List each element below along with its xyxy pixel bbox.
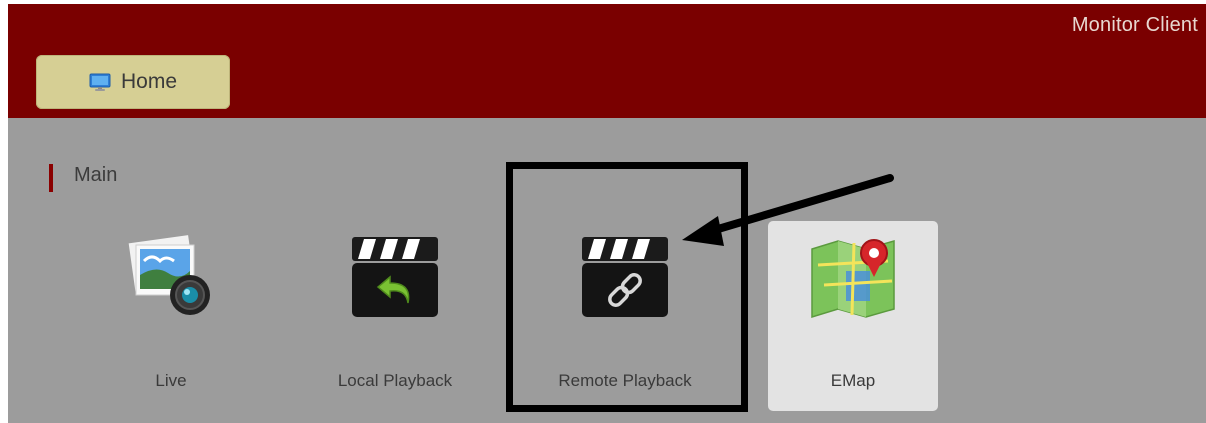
monitor-client-window: Monitor Client Home Main Live Local Play… bbox=[8, 4, 1206, 423]
tab-home-label: Home bbox=[120, 70, 178, 93]
tile-emap-label: EMap bbox=[830, 371, 876, 390]
app-title: Monitor Client bbox=[1071, 14, 1198, 36]
tile-live[interactable]: Live bbox=[86, 221, 256, 411]
tile-local-playback-label: Local Playback bbox=[337, 371, 453, 390]
clapperboard-back-icon bbox=[352, 237, 438, 317]
tab-home[interactable]: Home bbox=[36, 55, 230, 109]
section-accent-bar bbox=[49, 164, 53, 192]
tile-local-playback[interactable]: Local Playback bbox=[310, 221, 480, 411]
tile-emap[interactable]: EMap bbox=[768, 221, 938, 411]
clapperboard-link-icon bbox=[582, 237, 668, 317]
tile-remote-playback-label: Remote Playback bbox=[558, 371, 692, 390]
photo-camera-icon bbox=[128, 235, 210, 315]
tile-live-label: Live bbox=[155, 371, 187, 390]
tile-remote-playback[interactable]: Remote Playback bbox=[540, 221, 710, 411]
monitor-icon bbox=[89, 73, 111, 91]
section-title: Main bbox=[74, 164, 118, 186]
top-bar: Monitor Client Home bbox=[8, 4, 1206, 118]
map-pin-icon bbox=[811, 239, 895, 319]
